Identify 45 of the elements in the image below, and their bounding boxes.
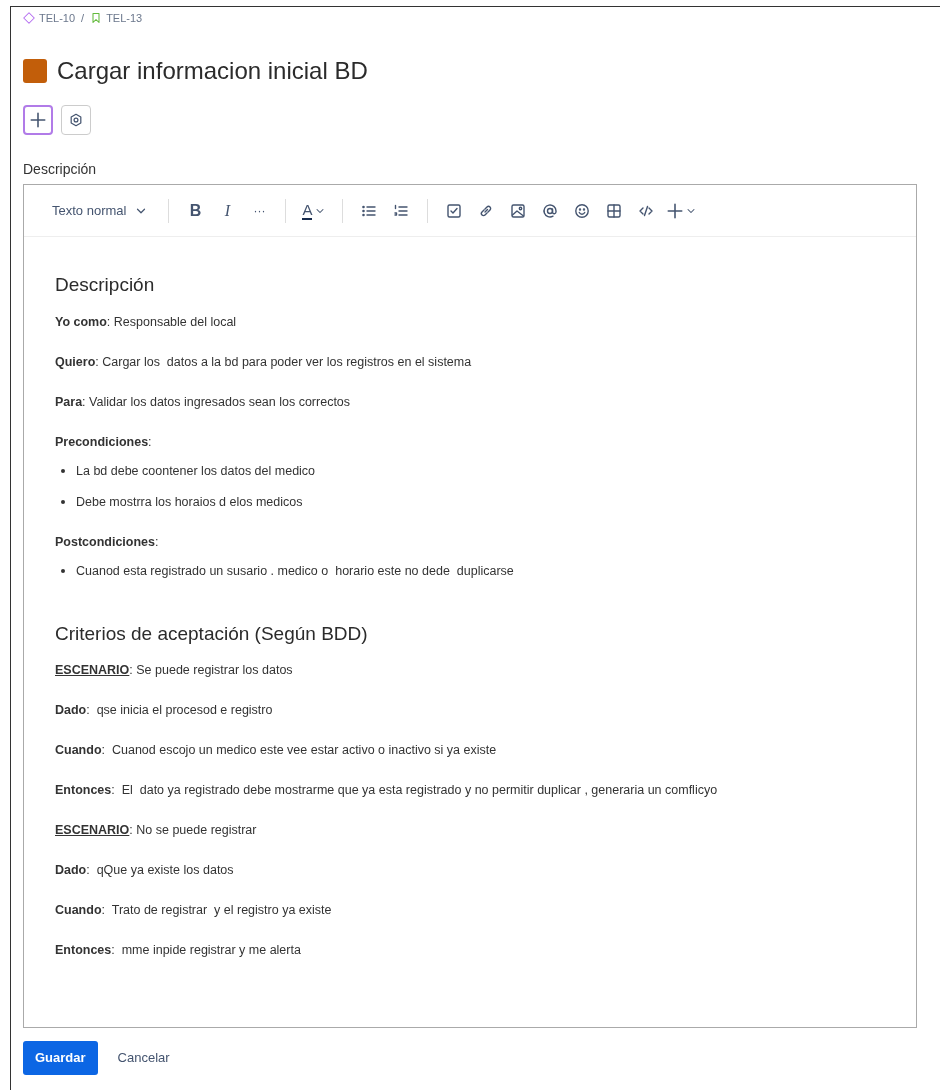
paragraph: ESCENARIO: Se puede registrar los datos (55, 662, 294, 679)
plus-icon (666, 201, 685, 220)
list-item-text: Cuanod esta registrado un susario . medico o horario este no dede duplicarse (76, 562, 514, 580)
paragraph: Entonces: mme inpide registrar y me alerta (55, 942, 302, 959)
breadcrumb-separator: / (81, 10, 85, 26)
bullet-icon (61, 468, 65, 473)
add-button[interactable] (23, 105, 53, 135)
paragraph: ESCENARIO: No se puede registrar (55, 822, 258, 839)
plus-icon (29, 111, 47, 129)
bullet-icon (61, 499, 65, 504)
issue-title: Cargar informacion inicial BD (57, 56, 368, 86)
smiley-icon (574, 202, 591, 219)
paragraph: Cuando: Trato de registrar y el registro ya existe (55, 902, 333, 919)
more-formatting-button[interactable]: ··· (243, 195, 276, 226)
text-color-button[interactable]: A (296, 195, 333, 226)
paragraph: Dado: qse inicia el procesod e registro (55, 702, 274, 719)
numbered-list-icon (393, 202, 410, 219)
at-sign-icon (542, 202, 559, 219)
bold-button[interactable]: B (179, 195, 212, 226)
cancel-button[interactable]: Cancelar (105, 1041, 182, 1075)
list-item-text: La bd debe coontener los datos del medico (76, 462, 316, 480)
save-button[interactable]: Guardar (23, 1041, 98, 1075)
breadcrumb-link[interactable]: TEL-13 (90, 9, 143, 27)
paragraph: Yo como: Responsable del local (55, 313, 238, 331)
list-item-text: Debe mostrra los horaios d elos medicos (76, 493, 303, 511)
apps-button[interactable] (61, 105, 91, 135)
text-style-dropdown[interactable]: Texto normal (42, 195, 159, 226)
bullet-icon (61, 568, 65, 573)
paragraph: Quiero: Cargar los datos a la bd para poder ver los registros en el sistema (55, 353, 473, 371)
image-icon (510, 202, 527, 219)
paragraph: Dado: qQue ya existe los datos (55, 862, 235, 879)
hexagon-icon (69, 113, 83, 127)
paragraph: Para: Validar los datos ingresados sean los correctos (55, 393, 352, 411)
checkbox-icon (446, 202, 463, 219)
paragraph: Postcondiciones: (55, 533, 160, 551)
paragraph: Precondiciones: (55, 433, 153, 451)
bookmark-icon (90, 12, 103, 24)
paragraph: Entonces: El dato ya registrado debe mostrarme que ya esta registrado y no permitir duplicar , generaria un comflicyo (55, 782, 719, 799)
table-icon (606, 202, 623, 219)
section-heading: Criterios de aceptación (Según BDD) (55, 621, 369, 646)
paragraph: Cuando: Cuanod escojo un medico este vee estar activo o inactivo si ya existe (55, 742, 498, 759)
italic-button[interactable]: I (211, 195, 244, 226)
field-label: Descripción (23, 160, 98, 179)
breadcrumb-link[interactable]: TEL-10 (23, 9, 76, 27)
section-heading: Descripción (55, 273, 156, 297)
